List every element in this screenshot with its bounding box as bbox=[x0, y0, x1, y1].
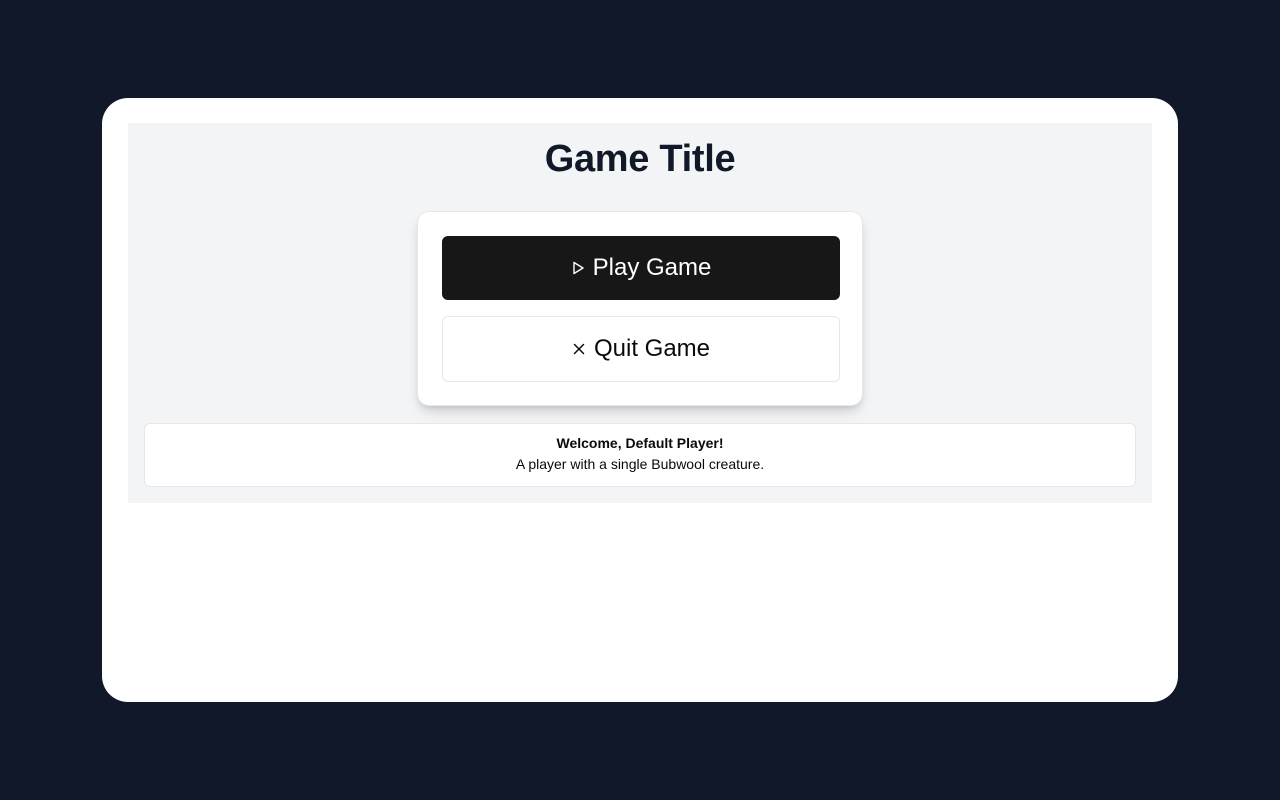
welcome-message: Welcome, Default Player! bbox=[556, 435, 724, 451]
close-icon bbox=[572, 342, 586, 356]
play-game-button[interactable]: Play Game bbox=[442, 236, 840, 300]
main-menu-screen: Game Title Play Game Quit Game Welcome, … bbox=[128, 123, 1152, 503]
quit-game-label: Quit Game bbox=[593, 335, 711, 362]
player-description: A player with a single Bubwool creature. bbox=[515, 456, 765, 472]
play-icon bbox=[571, 261, 585, 275]
game-title: Game Title bbox=[544, 138, 736, 180]
quit-game-button[interactable]: Quit Game bbox=[442, 316, 840, 382]
player-info-card: Welcome, Default Player! A player with a… bbox=[144, 423, 1136, 487]
menu-card: Play Game Quit Game bbox=[417, 211, 863, 406]
app-window: Game Title Play Game Quit Game Welcome, … bbox=[102, 98, 1178, 702]
play-game-label: Play Game bbox=[592, 254, 712, 281]
